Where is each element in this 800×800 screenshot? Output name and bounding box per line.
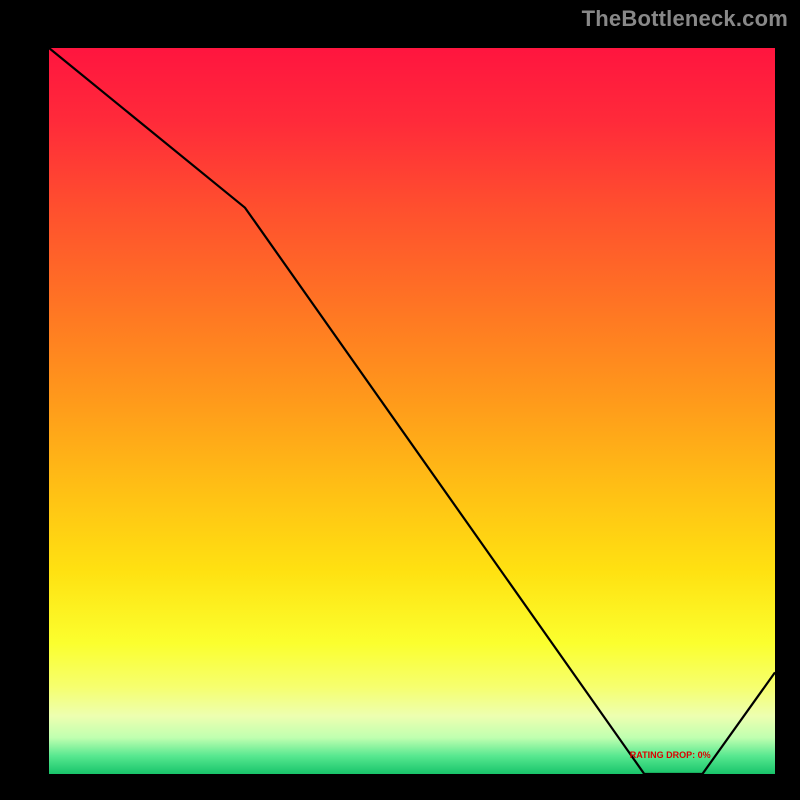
plot-gradient — [0, 0, 800, 800]
axis-border-right — [775, 34, 789, 788]
legend-label: RATING DROP: 0% — [630, 750, 711, 760]
axis-border-left — [35, 34, 49, 788]
axis-border-bottom — [35, 774, 789, 788]
axis-border-top — [35, 34, 789, 48]
chart-frame: TheBottleneck.com RATING DROP: 0% — [0, 0, 800, 800]
